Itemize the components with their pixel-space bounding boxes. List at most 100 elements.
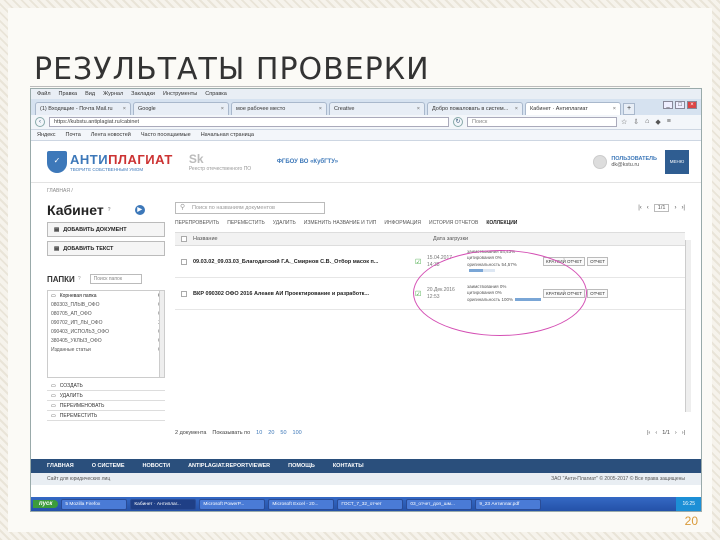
footer-page-select[interactable]: 1/1 [662,430,670,436]
new-tab-button[interactable]: + [623,103,635,115]
folder-item[interactable]: Изданные статьи0 [48,345,164,354]
menu-file[interactable]: Файл [37,91,51,97]
back-icon[interactable]: ‹ [35,117,45,127]
column-date[interactable]: Дата загрузки [433,236,493,242]
folder-scrollbar[interactable] [159,291,164,377]
show-20[interactable]: 20 [268,430,274,436]
documents-scrollbar[interactable] [685,240,691,412]
folder-item[interactable]: ▭Корневая папка0 [48,291,164,300]
delete-folder-button[interactable]: ▭ УДАЛИТЬ [47,391,165,401]
taskbar-item[interactable]: 9_23 Антиплаг.pdf [475,498,542,510]
footer-link-contacts[interactable]: КОНТАКТЫ [333,463,364,469]
folder-item[interactable]: 090403_ИСПОЛЬЗ_ОФО0 [48,327,164,336]
menu-help[interactable]: Справка [205,91,227,97]
report-button[interactable]: ОТЧЕТ [587,257,609,266]
bookmark-frequent[interactable]: Часто посещаемые [141,132,191,138]
column-name[interactable]: Название [193,236,433,242]
taskbar-item[interactable]: 5 Mozilla Firefox [61,498,128,510]
close-icon[interactable]: × [613,106,616,112]
footer-link-news[interactable]: НОВОСТИ [143,463,171,469]
tab-creative[interactable]: Creative × [329,102,425,115]
document-name[interactable]: 09.03.02_09.03.03_Благодатский Г.А._Смир… [193,259,415,265]
first-page-icon[interactable]: |‹ [647,430,650,436]
tab-google[interactable]: Google × [133,102,229,115]
legal-entities-link[interactable]: Сайт для юридических лиц [47,476,110,482]
taskbar-item[interactable]: ГОСТ_7_32_отчет [337,498,404,510]
menu-tools[interactable]: Инструменты [163,91,197,97]
delete-button[interactable]: УДАЛИТЬ [273,220,296,226]
folder-item[interactable]: 080705_АП_ОФО0 [48,309,164,318]
taskbar-item[interactable]: Кабинет · Антиплаг... [130,498,197,510]
bookmark-start[interactable]: Начальная страница [201,132,254,138]
close-icon[interactable]: × [319,106,322,112]
start-button[interactable]: пуск [33,500,59,508]
page-select[interactable]: 1/1 [653,204,670,212]
footer-link-about[interactable]: О СИСТЕМЕ [92,463,125,469]
select-all-checkbox[interactable] [181,236,187,242]
browser-search-input[interactable]: Поиск [467,117,617,127]
tab-cabinet[interactable]: Кабинет · Антиплагиат × [525,102,621,115]
footer-link-help[interactable]: ПОМОЩЬ [288,463,315,469]
minimize-icon[interactable]: _ [663,101,673,109]
next-page-icon[interactable]: › [675,430,677,436]
bookmark-news[interactable]: Лента новостей [91,132,131,138]
menu-bookmarks[interactable]: Закладки [131,91,155,97]
history-button[interactable]: ИСТОРИЯ ОТЧЕТОВ [429,220,478,226]
folder-item[interactable]: 080303_ПЛЫВ_ОФО0 [48,300,164,309]
document-search-input[interactable]: Поиск по названиям документов [175,202,325,214]
document-name[interactable]: ВКР 090302 ОФО 2016 Алеаев АИ Проектиров… [193,291,415,297]
taskbar-item[interactable]: Microsoft Excel - 20... [268,498,335,510]
move-folder-button[interactable]: ▭ ПЕРЕМЕСТИТЬ [47,411,165,421]
rename-button[interactable]: ИЗМЕНИТЬ НАЗВАНИЕ И ТИП [304,220,377,226]
taskbar-item[interactable]: Microsoft PowerP... [199,498,266,510]
folder-item[interactable]: 090702_ИП_ЛЫ_ОФО2 [48,318,164,327]
close-window-icon[interactable]: × [687,101,697,109]
antiplagiat-logo[interactable]: ✓ АНТИПЛАГИАТ ТВОРИТЕ СОБСТВЕННЫМ УМОМ [47,150,173,173]
help-icon[interactable]: ? [108,207,111,213]
menu-icon[interactable]: ≡ [667,118,671,126]
maximize-icon[interactable]: □ [675,101,685,109]
prev-page-icon[interactable]: ‹ [655,430,657,436]
add-text-button[interactable]: ▤ ДОБАВИТЬ ТЕКСТ [47,241,165,256]
home-icon[interactable]: ⌂ [645,118,649,126]
bookmark-mail[interactable]: Почта [66,132,81,138]
menu-edit[interactable]: Правка [59,91,78,97]
prev-page-icon[interactable]: ‹ [647,205,649,211]
footer-link-reportviewer[interactable]: ANTIPLAGIAT.REPORTVIEWER [188,463,270,469]
tab-mail[interactable]: (1) Входящие - Почта Mail.ru × [35,102,131,115]
bookmark-yandex[interactable]: Яндекс [37,132,56,138]
close-icon[interactable]: × [417,106,420,112]
show-10[interactable]: 10 [256,430,262,436]
row-checkbox[interactable] [181,258,187,265]
folder-item[interactable]: 380405_УКЛЫЗ_ОФО0 [48,336,164,345]
play-icon[interactable]: ▶ [134,205,145,215]
last-page-icon[interactable]: ›| [682,430,685,436]
address-input[interactable]: https://kubstu.antiplagiat.ru/cabinet [49,117,449,127]
tab-workplace[interactable]: мое рабочее место × [231,102,327,115]
move-button[interactable]: ПЕРЕМЕСТИТЬ [227,220,265,226]
close-icon[interactable]: × [515,106,518,112]
collections-button[interactable]: КОЛЛЕКЦИИ [486,220,517,226]
next-page-icon[interactable]: › [674,205,676,211]
add-document-button[interactable]: ▤ ДОБАВИТЬ ДОКУМЕНТ [47,222,165,237]
help-icon[interactable]: ? [78,276,81,282]
shield-addon-icon[interactable]: ◆ [655,118,660,126]
show-100[interactable]: 100 [293,430,302,436]
report-button[interactable]: ОТЧЕТ [587,289,609,298]
last-page-icon[interactable]: ›| [681,205,685,211]
reload-icon[interactable]: ↻ [453,117,463,127]
first-page-icon[interactable]: |‹ [638,205,642,211]
rename-folder-button[interactable]: ▭ ПЕРЕИМЕНОВАТЬ [47,401,165,411]
star-icon[interactable]: ☆ [621,118,627,126]
menu-history[interactable]: Журнал [103,91,123,97]
footer-link-home[interactable]: ГЛАВНАЯ [47,463,74,469]
download-icon[interactable]: ⇩ [633,118,639,126]
recheck-button[interactable]: ПЕРЕПРОВЕРИТЬ [175,220,219,226]
info-button[interactable]: ИНФОРМАЦИЯ [384,220,421,226]
site-menu-button[interactable]: МЕНЮ [665,149,689,174]
row-checkbox[interactable] [181,290,187,297]
user-info[interactable]: ПОЛЬЗОВАТЕЛЬ dk@kstu.ru [593,154,657,169]
tab-welcome[interactable]: Добро пожаловать в систем... × [427,102,523,115]
taskbar-item[interactable]: 03_отчет_доп_шм... [406,498,473,510]
folder-search-input[interactable]: Поиск папок [89,274,142,284]
